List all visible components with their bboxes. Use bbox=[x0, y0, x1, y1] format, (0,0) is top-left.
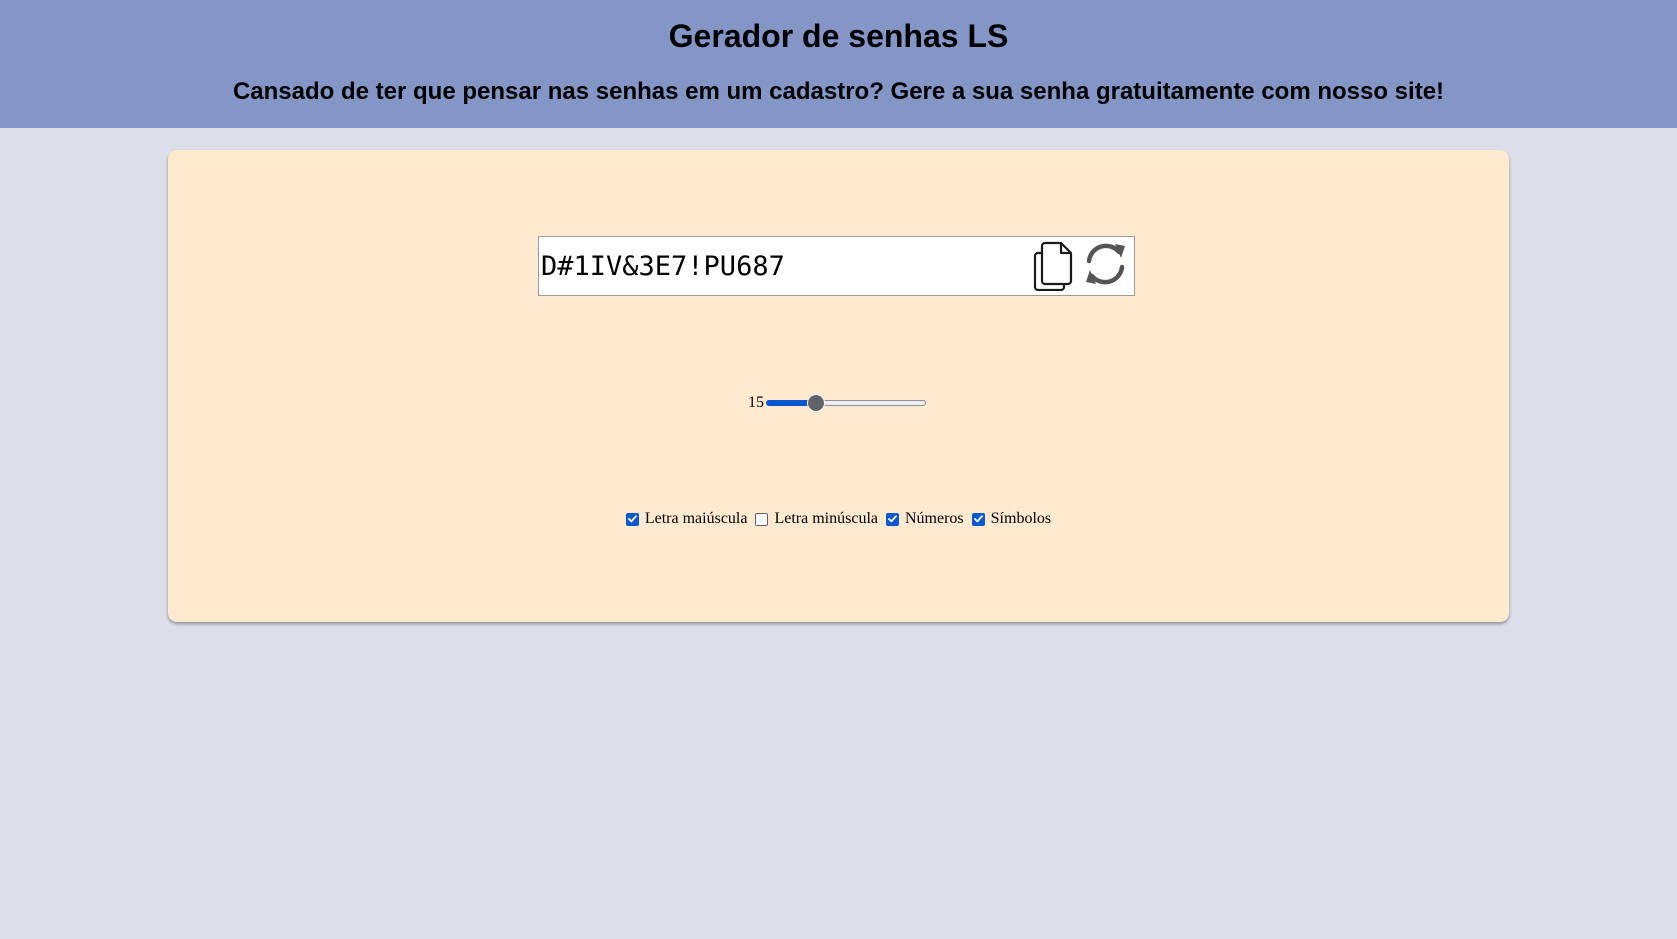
option-uppercase-checkbox[interactable] bbox=[625, 512, 639, 526]
slider-thumb[interactable] bbox=[806, 394, 825, 412]
option-lowercase-checkbox[interactable] bbox=[755, 512, 769, 526]
option-numbers[interactable]: Números bbox=[886, 510, 964, 528]
option-numbers-label: Números bbox=[905, 510, 964, 527]
option-symbols-label: Símbolos bbox=[990, 510, 1052, 527]
password-field[interactable] bbox=[541, 239, 1021, 293]
option-lowercase[interactable]: Letra minúscula bbox=[755, 510, 878, 528]
copy-icon bbox=[1031, 237, 1077, 296]
character-options: Letra maiúscula Letra minúscula Números Sím… bbox=[168, 508, 1509, 530]
option-uppercase[interactable]: Letra maiúscula bbox=[625, 510, 748, 528]
copy-button[interactable] bbox=[1029, 239, 1079, 293]
refresh-button[interactable] bbox=[1080, 239, 1130, 293]
password-box bbox=[538, 236, 1135, 296]
generator-card: 15 Letra maiúscula Letra minúscula Números… bbox=[168, 150, 1509, 622]
refresh-icon bbox=[1081, 238, 1129, 295]
length-value: 15 bbox=[748, 394, 764, 411]
page-subtitle: Cansado de ter que pensar nas senhas em … bbox=[232, 78, 1445, 105]
length-control: 15 bbox=[748, 392, 926, 414]
page-header: Gerador de senhas LS Cansado de ter que … bbox=[0, 0, 1677, 128]
page-title: Gerador de senhas LS bbox=[668, 18, 1009, 54]
length-slider[interactable] bbox=[766, 392, 926, 414]
option-symbols[interactable]: Símbolos bbox=[971, 510, 1052, 528]
option-uppercase-label: Letra maiúscula bbox=[644, 510, 748, 527]
option-lowercase-label: Letra minúscula bbox=[774, 510, 878, 527]
option-symbols-checkbox[interactable] bbox=[971, 512, 985, 526]
option-numbers-checkbox[interactable] bbox=[886, 512, 899, 526]
